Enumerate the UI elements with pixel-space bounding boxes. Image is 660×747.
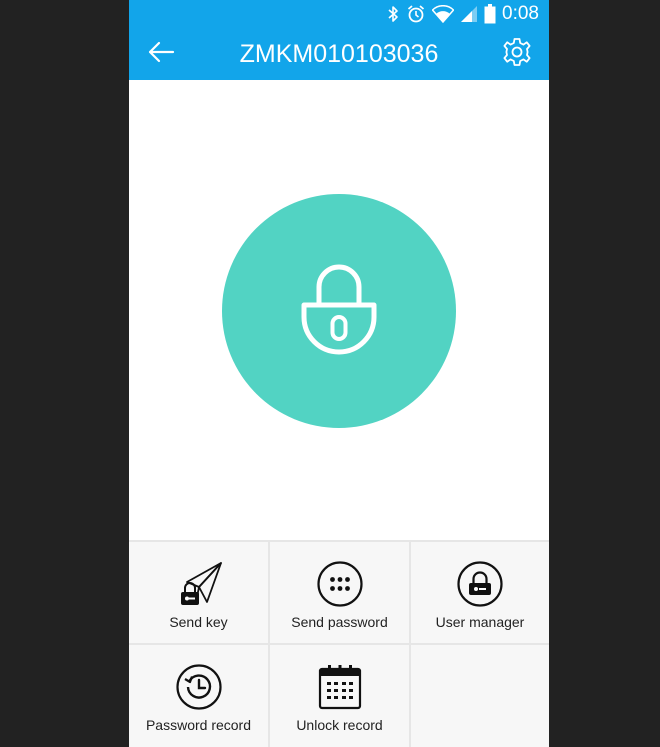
user-manager-button[interactable]: User manager	[411, 542, 549, 643]
calendar-icon	[316, 663, 364, 711]
battery-icon	[484, 4, 496, 24]
unlock-record-label: Unlock record	[296, 717, 383, 733]
status-bar: 0:08	[129, 0, 549, 28]
arrow-left-icon	[147, 40, 175, 69]
send-key-label: Send key	[169, 614, 228, 630]
signal-icon	[460, 5, 478, 23]
send-password-label: Send password	[291, 614, 388, 630]
gear-icon	[501, 36, 533, 73]
back-button[interactable]	[139, 34, 183, 74]
status-time: 0:08	[502, 3, 539, 24]
history-clock-icon	[175, 663, 223, 711]
settings-button[interactable]	[495, 34, 539, 74]
app-bar: ZMKM010103036	[129, 28, 549, 80]
page-title: ZMKM010103036	[239, 40, 439, 68]
user-lock-icon	[456, 560, 504, 608]
send-password-button[interactable]: Send password	[270, 542, 409, 643]
unlock-record-button[interactable]: Unlock record	[270, 645, 409, 747]
keypad-icon	[316, 560, 364, 608]
user-manager-label: User manager	[435, 614, 525, 630]
action-grid: Send key Send password User manager Pass…	[129, 540, 549, 747]
alarm-icon	[406, 4, 426, 24]
unlock-button[interactable]	[222, 194, 456, 428]
bluetooth-icon	[386, 5, 400, 23]
wifi-icon	[432, 5, 455, 23]
paper-plane-key-icon	[175, 560, 223, 608]
padlock-icon	[299, 259, 379, 364]
empty-grid-cell	[411, 645, 549, 747]
password-record-button[interactable]: Password record	[129, 645, 268, 747]
phone-screen: 0:08 ZMKM010103036 Send key Send passwor…	[129, 0, 549, 747]
send-key-button[interactable]: Send key	[129, 542, 268, 643]
password-record-label: Password record	[145, 717, 252, 733]
